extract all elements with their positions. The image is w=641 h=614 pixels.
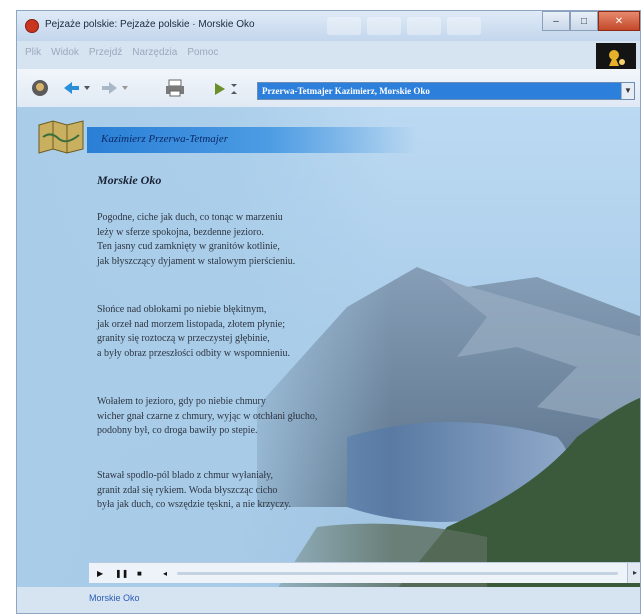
taskbar-tab [367, 17, 401, 35]
forward-icon[interactable] [101, 81, 131, 98]
verse-line: granit zdał się rykiem. Woda błyszcząc c… [97, 484, 278, 496]
home-icon[interactable] [31, 79, 49, 100]
verse-line: Wołałem to jezioro, gdy po niebie chmury [97, 396, 266, 407]
menu-item-view[interactable]: Widok [51, 47, 79, 65]
window-title: Pejzaże polskie: Pejzaże polskie · Morsk… [45, 19, 255, 30]
map-icon [35, 117, 87, 162]
verse-line: Pogodne, ciche jak duch, co tonąc w marz… [97, 212, 283, 223]
verse-line: Słońce nad obłokami po niebie błękitnym, [97, 304, 267, 315]
author-heading: Kazimierz Przerwa-Tetmajer [101, 133, 229, 145]
verse-line: jak orzeł nad morzem listopada, złotem p… [97, 318, 285, 330]
play-icon[interactable] [213, 81, 239, 100]
address-field[interactable]: Przerwa-Tetmajer Kazimierz, Morskie Oko … [257, 82, 635, 100]
menu-item-tools[interactable]: Narzędzia [132, 47, 177, 65]
menu-item-go[interactable]: Przejdź [89, 47, 122, 65]
verse-line: a były obraz przeszłości odbity w wspomn… [97, 347, 291, 359]
playback-slider[interactable] [177, 572, 618, 575]
taskbar-tab [447, 17, 481, 35]
stanza: Pogodne, ciche jak duch, co tonąc w marz… [97, 211, 295, 269]
stanza: Słońce nad obłokami po niebie błękitnym,… [97, 303, 290, 361]
verse-line: granity się roztoczą w przeczystej głębi… [97, 333, 270, 344]
verse-line: była jak duch, co wszędzie tęskni, a nie… [97, 499, 291, 510]
menu-bar: Plik Widok Przejdź Narzędzia Pomoc [25, 47, 590, 65]
close-button[interactable]: ✕ [598, 11, 640, 31]
back-icon[interactable] [63, 81, 93, 98]
scroll-right-icon[interactable]: ▸ [627, 563, 640, 583]
verse-line: jak błyszczący dyjament w stalowym pierś… [97, 255, 296, 267]
status-bar: Morskie Oko [17, 587, 640, 613]
app-window: Pejzaże polskie: Pejzaże polskie · Morsk… [16, 10, 641, 614]
verse-line: Stawał spodlo-pól blado z chmur wyłaniał… [97, 470, 273, 481]
stanza: Stawał spodlo-pól blado z chmur wyłaniał… [97, 469, 291, 513]
maximize-button[interactable]: □ [570, 11, 598, 31]
pause-icon[interactable]: ❚❚ [115, 569, 128, 578]
window-controls: – □ ✕ [542, 11, 640, 31]
verse-line: leży w sferze spokojna, bezdenne jezioro… [97, 226, 264, 238]
toolbar: Przerwa-Tetmajer Kazimierz, Morskie Oko … [17, 69, 640, 108]
verse-line: Ten jasny cud zamknięty w granitów kotli… [97, 241, 280, 252]
media-player-bar: ▶ ❚❚ ■ ◂ ▸ [89, 562, 640, 583]
verse-line: podobny był, co droga bawiły po stepie. [97, 425, 258, 436]
play-icon[interactable]: ▶ [97, 569, 103, 578]
scroll-left-icon[interactable]: ◂ [163, 569, 167, 578]
status-link[interactable]: Morskie Oko [89, 593, 140, 603]
poem-title: Morskie Oko [97, 173, 162, 187]
address-text: Przerwa-Tetmajer Kazimierz, Morskie Oko [262, 86, 430, 96]
verse-line: wicher gnał czarne z chmury, wyjąc w otc… [97, 410, 318, 422]
stanza: Wołałem to jezioro, gdy po niebie chmury… [97, 395, 317, 439]
taskbar-tab [407, 17, 441, 35]
content-area: Kazimierz Przerwa-Tetmajer Morskie Oko P… [17, 107, 640, 587]
taskbar-tab [327, 17, 361, 35]
print-icon[interactable] [165, 79, 185, 100]
menu-item-help[interactable]: Pomoc [187, 47, 218, 65]
stop-icon[interactable]: ■ [137, 569, 142, 578]
app-icon [25, 19, 39, 33]
chevron-down-icon[interactable]: ▼ [621, 83, 634, 99]
menu-item-file[interactable]: Plik [25, 47, 41, 65]
title-bar[interactable]: Pejzaże polskie: Pejzaże polskie · Morsk… [17, 11, 640, 41]
minimize-button[interactable]: – [542, 11, 570, 31]
